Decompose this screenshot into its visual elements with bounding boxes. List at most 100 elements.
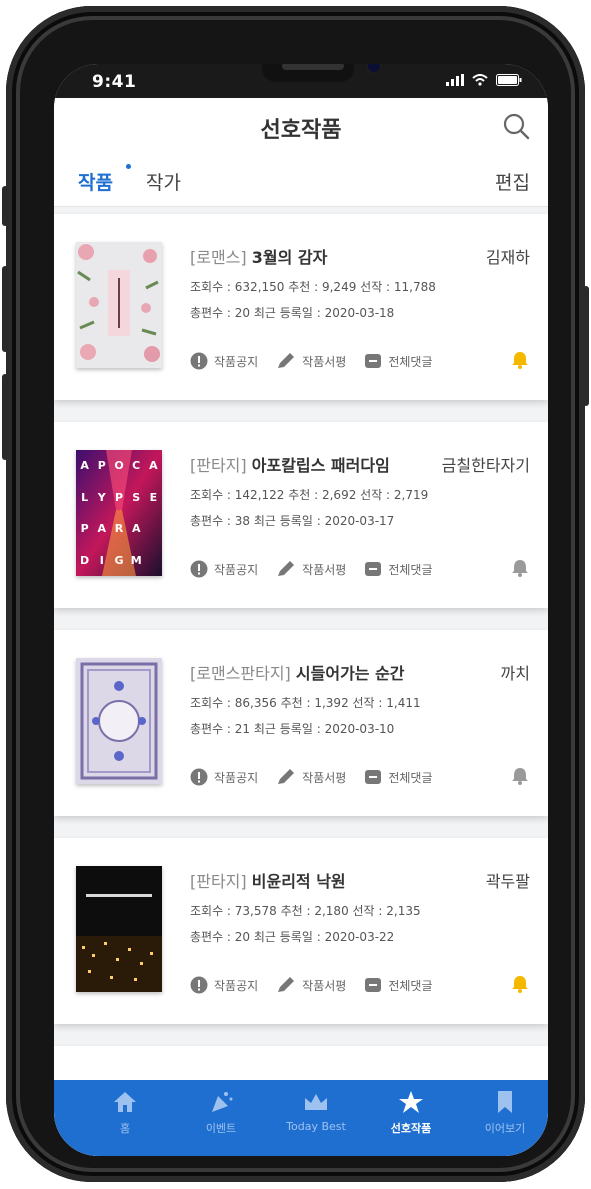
- cover-letter: S: [132, 490, 141, 504]
- battery-icon: [496, 74, 522, 86]
- notice-button[interactable]: 작품공지: [190, 768, 258, 786]
- cover-letter: A: [80, 459, 89, 473]
- tab-works[interactable]: 작품: [78, 168, 113, 195]
- new-dot: [126, 164, 131, 169]
- item-stats: 조회수 : 142,122 추천 : 2,692 선작 : 2,719: [190, 488, 429, 502]
- tab-continue[interactable]: 이어보기: [470, 1090, 540, 1136]
- tab-favorites[interactable]: 선호작품: [376, 1090, 446, 1136]
- star-icon: [399, 1091, 423, 1113]
- comment-icon: [365, 562, 382, 576]
- status-icons: [446, 74, 522, 86]
- comments-button[interactable]: 전체댓글: [364, 560, 433, 578]
- item-actions: 작품공지 작품서평 전체댓글: [190, 352, 451, 370]
- comments-button[interactable]: 전체댓글: [364, 352, 433, 370]
- item-title: 3월의 감자: [251, 248, 328, 267]
- review-button[interactable]: 작품서평: [276, 976, 346, 994]
- cover-image: A P O C A L Y P S E P A R A D I G M: [76, 450, 162, 576]
- notice-label: 작품공지: [214, 978, 259, 993]
- cover-letter: I: [99, 553, 104, 567]
- bell-icon[interactable]: [510, 974, 530, 994]
- tab-event-label: 이벤트: [205, 1122, 237, 1135]
- bottom-tab-bar: 홈 이벤트 Today Best 선호작품 이어보기: [54, 1080, 548, 1156]
- item-genre: [판타지]: [190, 456, 247, 475]
- list-item[interactable]: A P O C A L Y P S E P A R A D I G M [판타지…: [54, 422, 548, 608]
- signal-icon: [446, 74, 464, 86]
- tab-event[interactable]: 이벤트: [186, 1090, 256, 1136]
- item-title: 아포칼립스 패러다임: [251, 456, 390, 475]
- volume-up-button: [2, 266, 8, 352]
- comments-label: 전체댓글: [388, 770, 433, 785]
- cover-letter: O: [114, 459, 124, 473]
- bell-icon[interactable]: [510, 766, 530, 786]
- tab-home-label: 홈: [119, 1122, 131, 1135]
- crown-icon: [305, 1094, 327, 1110]
- pen-icon: [278, 561, 295, 576]
- item-title-line: [판타지] 아포칼립스 패러다임: [190, 452, 390, 476]
- item-genre: [로맨스판타지]: [190, 664, 291, 683]
- item-title: 시들어가는 순간: [295, 664, 405, 683]
- exclamation-icon: [190, 976, 208, 994]
- list-item[interactable]: [판타지] 비윤리적 낙원 곽두팔 조회수 : 73,578 추천 : 2,18…: [54, 838, 548, 1024]
- item-author[interactable]: 곽두팔: [486, 868, 530, 892]
- comments-label: 전체댓글: [388, 354, 433, 369]
- review-label: 작품서평: [302, 978, 347, 993]
- notice-label: 작품공지: [214, 562, 259, 577]
- cover-letter: A: [149, 459, 158, 473]
- item-author[interactable]: 금칠한타자기: [442, 452, 530, 476]
- page-title: 선호작품: [260, 118, 342, 143]
- edit-button[interactable]: 편집: [495, 168, 530, 195]
- item-author[interactable]: 까치: [501, 660, 530, 684]
- party-icon: [212, 1092, 233, 1112]
- review-button[interactable]: 작품서평: [276, 768, 346, 786]
- camera: [366, 64, 382, 74]
- tab-today-best-label: Today Best: [286, 1120, 346, 1133]
- item-actions: 작품공지 작품서평 전체댓글: [190, 976, 451, 994]
- cover-letter: C: [132, 459, 141, 473]
- comments-button[interactable]: 전체댓글: [364, 768, 433, 786]
- cover-letter: P: [97, 459, 106, 473]
- cover-letter: M: [130, 553, 142, 567]
- header: 선호작품: [54, 98, 548, 156]
- item-stats: 조회수 : 86,356 추천 : 1,392 선작 : 1,411: [190, 696, 421, 710]
- search-icon[interactable]: [502, 112, 530, 140]
- review-label: 작품서평: [302, 354, 347, 369]
- list-item[interactable]: [로맨스판타지] 시들어가는 순간 까치 조회수 : 86,356 추천 : 1…: [54, 630, 548, 816]
- pen-icon: [278, 977, 295, 992]
- review-button[interactable]: 작품서평: [276, 560, 346, 578]
- bell-icon[interactable]: [510, 558, 530, 578]
- exclamation-icon: [190, 352, 208, 370]
- notice-button[interactable]: 작품공지: [190, 352, 258, 370]
- bell-icon[interactable]: [510, 350, 530, 370]
- list-item[interactable]: [로맨스] 3월의 감자 김재하 조회수 : 632,150 추천 : 9,24…: [54, 214, 548, 400]
- notice-label: 작품공지: [214, 354, 259, 369]
- comments-label: 전체댓글: [388, 562, 433, 577]
- ornate-cover-art: [76, 658, 162, 784]
- item-genre: [판타지]: [190, 872, 247, 891]
- tab-today-best[interactable]: Today Best: [276, 1090, 356, 1133]
- wifi-icon: [472, 74, 488, 86]
- item-author[interactable]: 김재하: [486, 244, 530, 268]
- review-button[interactable]: 작품서평: [276, 352, 346, 370]
- status-bar: 9:41: [54, 64, 548, 98]
- notice-button[interactable]: 작품공지: [190, 560, 258, 578]
- review-label: 작품서평: [302, 770, 347, 785]
- tab-home[interactable]: 홈: [90, 1090, 160, 1136]
- comments-button[interactable]: 전체댓글: [364, 976, 433, 994]
- speaker: [282, 64, 344, 70]
- item-title-line: [로맨스판타지] 시들어가는 순간: [190, 660, 405, 684]
- item-genre: [로맨스]: [190, 248, 247, 267]
- comment-icon: [365, 770, 382, 784]
- tab-authors[interactable]: 작가: [146, 168, 181, 195]
- rose-cover-art: [76, 242, 162, 368]
- item-title: 비윤리적 낙원: [251, 872, 346, 891]
- cover-letter: R: [114, 522, 124, 536]
- item-title-line: [판타지] 비윤리적 낙원: [190, 868, 346, 892]
- cover-letter: D: [80, 553, 90, 567]
- cover-letter: G: [114, 553, 124, 567]
- pen-icon: [278, 769, 295, 784]
- item-episodes-date: 총편수 : 20 최근 등록일 : 2020-03-22: [190, 930, 395, 944]
- cover-letter: P: [80, 522, 89, 536]
- cover-letter: P: [114, 490, 124, 504]
- cover-image: [76, 866, 162, 992]
- notice-button[interactable]: 작품공지: [190, 976, 258, 994]
